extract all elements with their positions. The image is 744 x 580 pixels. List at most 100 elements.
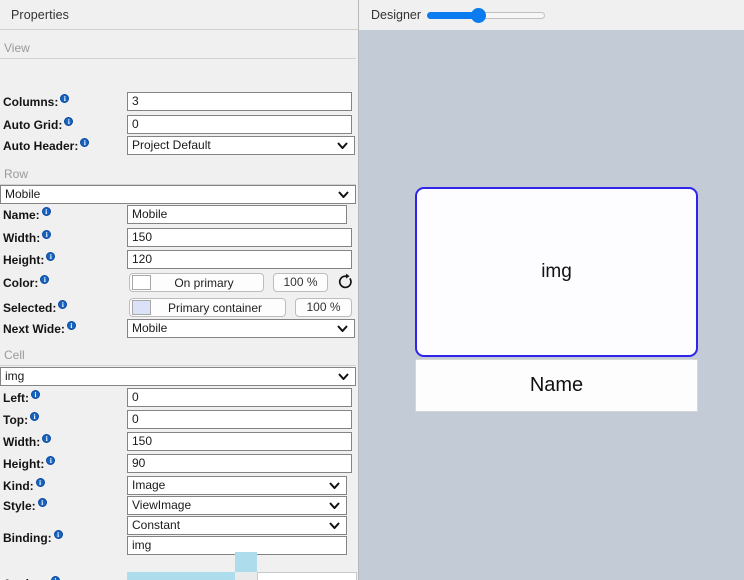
dropdown-cell-style[interactable]: ViewImage	[127, 496, 347, 515]
properties-body: View Columns: i 3 Auto Grid: i 0 Auto Head…	[0, 30, 358, 580]
preview-cell-name[interactable]: Name	[415, 359, 698, 412]
info-icon[interactable]: i	[30, 412, 40, 421]
info-icon[interactable]: i	[46, 252, 56, 261]
field-row-cell-width: Width: i 150	[0, 432, 358, 453]
label-cell-anchor: Anchor:i	[3, 576, 60, 580]
dropdown-binding-mode[interactable]: Constant	[127, 516, 347, 535]
info-icon[interactable]: i	[42, 434, 52, 443]
input-cell-top[interactable]: 0	[127, 410, 352, 429]
input-cell-left[interactable]: 0	[127, 388, 352, 407]
opacity-row-color[interactable]: 100 %	[273, 273, 328, 292]
section-header-row-label: Row	[4, 167, 29, 181]
reset-icon[interactable]	[337, 273, 355, 292]
info-icon[interactable]: i	[64, 117, 74, 126]
input-columns[interactable]: 3	[127, 92, 352, 111]
chevron-down-icon	[337, 320, 349, 337]
preview-cell-img-label: img	[541, 261, 572, 282]
label-cell-left: Left: i	[3, 390, 40, 405]
dropdown-auto-header[interactable]: Project Default	[127, 136, 355, 155]
field-row-cell-height: Height: i 90	[0, 454, 358, 475]
designer-titlebar: Designer	[359, 0, 744, 30]
anchor-top[interactable]	[235, 552, 257, 572]
chevron-down-icon	[329, 517, 341, 534]
label-cell-kind: Kind: i	[3, 478, 45, 493]
field-row-top: Top: i 0	[0, 410, 358, 431]
opacity-row-selected[interactable]: 100 %	[295, 298, 352, 317]
zoom-slider[interactable]	[427, 8, 546, 23]
info-icon[interactable]: i	[37, 498, 47, 507]
label-next-wide: Next Wide: i	[3, 321, 76, 336]
properties-panel: Properties View Columns: i 3 Auto Grid: i …	[0, 0, 359, 580]
anchor-editor[interactable]	[127, 552, 357, 580]
info-icon[interactable]: i	[58, 300, 68, 309]
input-row-name[interactable]: Mobile	[127, 205, 347, 224]
layout-preview: img Name	[415, 187, 698, 425]
app-window: Properties View Columns: i 3 Auto Grid: i …	[0, 0, 744, 580]
field-row-style: Style: i ViewImage	[0, 496, 358, 517]
preview-cell-img[interactable]: img	[415, 187, 698, 357]
dropdown-cell-style-value: ViewImage	[132, 498, 192, 512]
field-row-width: Width: i 150	[0, 228, 358, 249]
label-cell-binding: Binding: i	[3, 530, 63, 545]
info-icon[interactable]: i	[51, 576, 60, 580]
color-picker-row-selected[interactable]: Primary container	[129, 298, 286, 317]
info-icon[interactable]: i	[35, 478, 45, 487]
info-icon[interactable]: i	[42, 230, 52, 239]
anchor-right[interactable]	[257, 572, 357, 580]
info-icon[interactable]: i	[41, 207, 51, 216]
label-row-selected: Selected: i	[3, 300, 68, 315]
preview-cell-name-label: Name	[529, 374, 584, 396]
color-swatch	[132, 300, 151, 315]
field-row-binding: Binding: i Constant img	[0, 516, 358, 558]
field-row-selected: Selected: i Primary container 100 %	[0, 298, 358, 319]
section-header-view: View	[0, 41, 358, 59]
chevron-down-icon	[329, 477, 341, 494]
anchor-left[interactable]	[127, 572, 235, 580]
input-row-width[interactable]: 150	[127, 228, 352, 247]
label-auto-grid: Auto Grid: i	[3, 117, 74, 132]
dropdown-auto-header-value: Project Default	[132, 138, 211, 152]
label-row-width: Width: i	[3, 230, 52, 245]
label-row-color: Color: i	[3, 275, 50, 290]
dropdown-cell-selector[interactable]: img	[0, 367, 356, 386]
section-header-cell: Cell	[0, 348, 358, 366]
label-cell-top: Top: i	[3, 412, 40, 427]
field-row-next-wide: Next Wide: i Mobile	[0, 319, 358, 340]
field-row-left: Left: i 0	[0, 388, 358, 409]
label-columns: Columns: i	[3, 94, 70, 109]
field-row-auto-grid: Auto Grid: i 0	[0, 115, 358, 136]
designer-canvas[interactable]: img Name	[359, 30, 744, 580]
input-auto-grid[interactable]: 0	[127, 115, 352, 134]
color-name-label: On primary	[174, 275, 234, 290]
dropdown-binding-mode-value: Constant	[132, 518, 181, 532]
label-name: Name: i	[3, 207, 51, 222]
info-icon[interactable]: i	[53, 530, 63, 539]
chevron-down-icon	[338, 368, 350, 385]
properties-titlebar: Properties	[0, 0, 358, 30]
chevron-down-icon	[337, 137, 349, 154]
input-row-height[interactable]: 120	[127, 250, 352, 269]
section-divider	[0, 365, 356, 366]
info-icon[interactable]: i	[40, 275, 50, 284]
color-picker-row-color[interactable]: On primary	[129, 273, 264, 292]
info-icon[interactable]: i	[80, 138, 90, 147]
dropdown-cell-kind-value: Image	[132, 478, 166, 492]
info-icon[interactable]: i	[60, 94, 70, 103]
info-icon[interactable]: i	[31, 390, 40, 399]
zoom-slider-thumb[interactable]	[471, 8, 487, 23]
input-cell-width[interactable]: 150	[127, 432, 352, 451]
anchor-center	[235, 572, 257, 580]
info-icon[interactable]: i	[46, 456, 56, 465]
label-row-height: Height: i	[3, 252, 56, 267]
info-icon[interactable]: i	[66, 321, 76, 330]
input-cell-height[interactable]: 90	[127, 454, 352, 473]
label-cell-style: Style: i	[3, 498, 47, 513]
dropdown-next-wide[interactable]: Mobile	[127, 319, 355, 338]
dropdown-row-selector[interactable]: Mobile	[0, 185, 356, 204]
dropdown-cell-selector-value: img	[5, 369, 25, 383]
dropdown-cell-kind[interactable]: Image	[127, 476, 347, 495]
dropdown-row-selector-value: Mobile	[5, 187, 41, 201]
section-divider	[0, 58, 356, 59]
chevron-down-icon	[338, 186, 350, 203]
designer-panel: Designer img Name	[359, 0, 744, 580]
